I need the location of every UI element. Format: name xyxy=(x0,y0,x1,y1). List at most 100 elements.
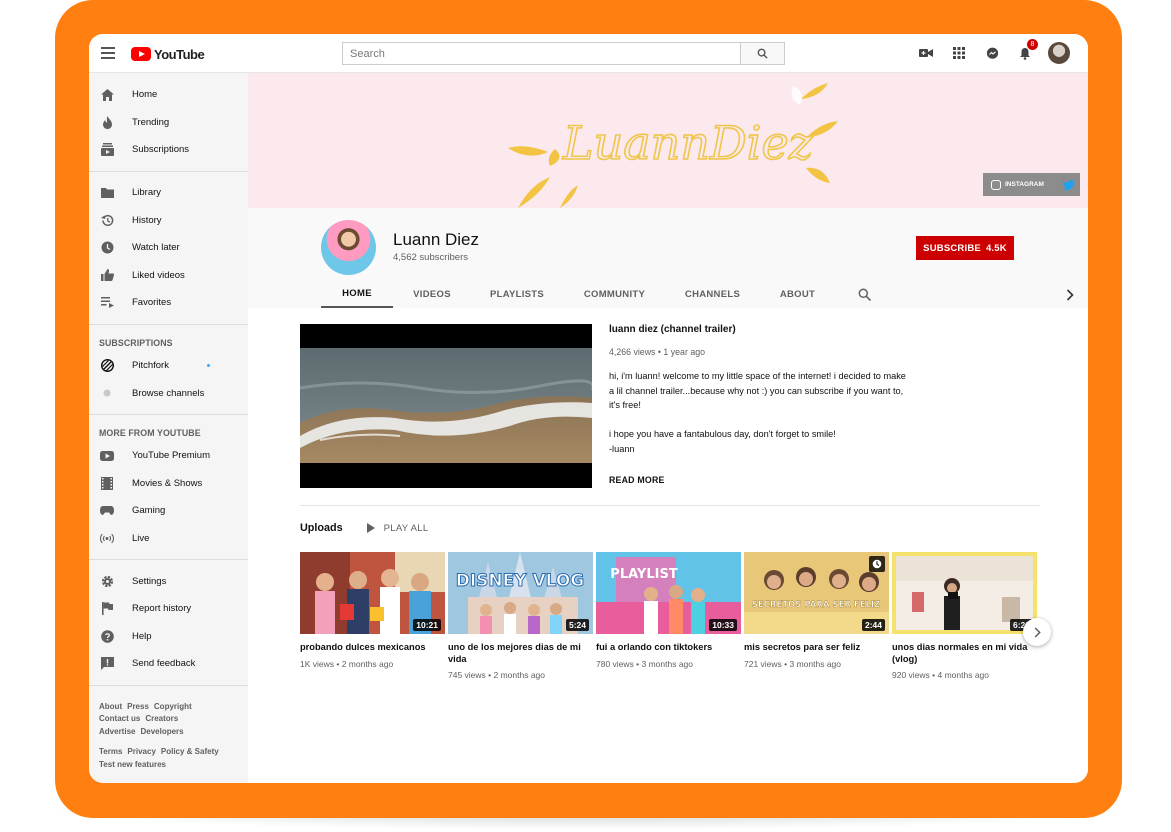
sidebar-item-home[interactable]: Home xyxy=(89,81,248,109)
sidebar-item-history[interactable]: History xyxy=(89,206,248,234)
twitter-icon xyxy=(1062,179,1075,190)
sidebar: Home Trending Subscriptions Library Hist… xyxy=(89,73,248,783)
sidebar-item-subscriptions[interactable]: Subscriptions xyxy=(89,136,248,164)
video-title[interactable]: unos dias normales en mi vida (vlog) xyxy=(892,642,1037,665)
video-duration: 10:21 xyxy=(413,619,441,631)
search-button[interactable] xyxy=(740,43,784,64)
sidebar-item-label: Gaming xyxy=(132,505,166,517)
video-meta: 780 views • 3 months ago xyxy=(596,658,694,669)
sidebar-item-pitchfork[interactable]: Pitchfork xyxy=(89,352,248,380)
sidebar-item-label: Library xyxy=(132,187,162,199)
video-card[interactable]: SECRETOS PARA SER FELIZ 2:44 mis secreto… xyxy=(744,552,889,680)
sidebar-item-watch-later[interactable]: Watch later xyxy=(89,234,248,262)
search-input[interactable] xyxy=(343,43,740,64)
banner-signature: LuannDiez xyxy=(562,116,814,170)
play-all-button[interactable]: PLAY ALL xyxy=(366,523,429,534)
footer-link-test-features[interactable]: Test new features xyxy=(99,759,166,772)
thumbnail-overlay-text: PLAYLIST xyxy=(610,567,678,582)
menu-icon[interactable] xyxy=(101,47,115,59)
video-title[interactable]: probando dulces mexicanos xyxy=(300,642,445,654)
video-thumbnail[interactable]: 6:22 xyxy=(892,552,1037,634)
video-title[interactable]: uno de los mejores dias de mi vida xyxy=(448,642,593,665)
channel-avatar[interactable] xyxy=(321,220,376,275)
trailer-video-player[interactable] xyxy=(300,324,592,488)
sidebar-item-label: Subscriptions xyxy=(132,144,190,156)
section-divider xyxy=(300,505,1040,506)
trailer-title[interactable]: luann diez (channel trailer) xyxy=(609,324,736,335)
sidebar-item-label: Send feedback xyxy=(132,658,196,670)
sidebar-item-movies-shows[interactable]: Movies & Shows xyxy=(89,470,248,498)
flame-icon xyxy=(100,115,114,129)
footer-link-contact[interactable]: Contact us xyxy=(99,713,140,726)
footer-link-copyright[interactable]: Copyright xyxy=(154,701,192,714)
sidebar-item-label: Trending xyxy=(132,116,170,128)
watch-later-icon[interactable] xyxy=(869,556,885,572)
thumbs-up-icon xyxy=(100,268,114,282)
thumbnail-overlay-text: SECRETOS PARA SER FELIZ xyxy=(752,600,881,610)
tab-channels[interactable]: CHANNELS xyxy=(666,281,759,308)
footer-link-about[interactable]: About xyxy=(99,701,122,714)
tab-community[interactable]: COMMUNITY xyxy=(563,281,666,308)
sidebar-item-browse-channels[interactable]: Browse channels xyxy=(89,379,248,407)
uploads-title[interactable]: Uploads xyxy=(300,522,343,534)
messages-icon[interactable] xyxy=(982,43,1002,63)
channel-search-icon[interactable] xyxy=(858,288,872,306)
subscriptions-icon xyxy=(100,143,114,157)
sidebar-item-favorites[interactable]: Favorites xyxy=(89,289,248,317)
tab-home[interactable]: HOME xyxy=(321,281,393,308)
footer-link-privacy[interactable]: Privacy xyxy=(127,746,155,759)
tab-playlists[interactable]: PLAYLISTS xyxy=(471,281,563,308)
video-duration: 10:33 xyxy=(709,619,737,631)
read-more-link[interactable]: READ MORE xyxy=(609,475,665,485)
sidebar-item-trending[interactable]: Trending xyxy=(89,109,248,137)
video-thumbnail[interactable]: SECRETOS PARA SER FELIZ 2:44 xyxy=(744,552,889,634)
sidebar-item-report-history[interactable]: Report history xyxy=(89,595,248,623)
sidebar-item-label: YouTube Premium xyxy=(132,450,210,462)
video-thumbnail[interactable]: PLAYLIST 10:33 xyxy=(596,552,741,634)
sidebar-item-label: Pitchfork xyxy=(132,360,169,372)
tab-about[interactable]: ABOUT xyxy=(759,281,836,308)
banner-social-links[interactable]: INSTAGRAM xyxy=(983,173,1080,196)
trailer-thumbnail xyxy=(300,348,592,463)
footer-link-press[interactable]: Press xyxy=(127,701,149,714)
sidebar-item-youtube-premium[interactable]: YouTube Premium xyxy=(89,442,248,470)
footer-link-creators[interactable]: Creators xyxy=(145,713,178,726)
youtube-logo[interactable]: YouTube xyxy=(131,46,205,62)
shelf-next-button[interactable] xyxy=(1023,618,1051,646)
top-actions: 8 xyxy=(916,39,1070,64)
sidebar-item-label: Liked videos xyxy=(132,269,185,281)
sidebar-item-liked-videos[interactable]: Liked videos xyxy=(89,262,248,290)
video-thumbnail[interactable]: 10:21 xyxy=(300,552,445,634)
video-title[interactable]: fui a orlando con tiktokers xyxy=(596,642,741,654)
youtube-play-icon xyxy=(131,47,151,61)
footer-link-policy[interactable]: Policy & Safety xyxy=(161,746,219,759)
banner-art: LuannDiez xyxy=(508,83,838,208)
create-video-icon[interactable] xyxy=(916,43,936,63)
tab-videos[interactable]: VIDEOS xyxy=(393,281,471,308)
sidebar-item-gaming[interactable]: Gaming xyxy=(89,497,248,525)
chevron-right-icon xyxy=(1034,626,1041,638)
video-card[interactable]: PLAYLIST 10:33 fui a orlando con tiktoke… xyxy=(596,552,741,680)
sidebar-divider xyxy=(89,559,248,561)
video-card[interactable]: 6:22 unos dias normales en mi vida (vlog… xyxy=(892,552,1037,680)
sidebar-item-send-feedback[interactable]: Send feedback xyxy=(89,650,248,678)
account-avatar[interactable] xyxy=(1048,42,1070,64)
video-thumbnail[interactable]: DISNEY VLOG 5:24 xyxy=(448,552,593,634)
footer-link-advertise[interactable]: Advertise xyxy=(99,726,135,739)
notifications-bell-icon[interactable]: 8 xyxy=(1015,39,1038,63)
video-title[interactable]: mis secretos para ser feliz xyxy=(744,642,889,654)
sidebar-item-live[interactable]: Live xyxy=(89,525,248,553)
video-card[interactable]: DISNEY VLOG 5:24 uno de los mejores dias… xyxy=(448,552,593,680)
subscribe-button[interactable]: SUBSCRIBE 4.5K xyxy=(916,236,1014,260)
sidebar-item-help[interactable]: Help xyxy=(89,623,248,651)
film-icon xyxy=(100,476,114,490)
sidebar-item-label: Favorites xyxy=(132,297,172,309)
footer-link-developers[interactable]: Developers xyxy=(140,726,183,739)
footer-link-terms[interactable]: Terms xyxy=(99,746,122,759)
video-card[interactable]: 10:21 probando dulces mexicanos 1K views… xyxy=(300,552,445,680)
sidebar-item-library[interactable]: Library xyxy=(89,179,248,207)
apps-grid-icon[interactable] xyxy=(949,43,969,63)
tabs-next-chevron-icon[interactable] xyxy=(1066,288,1074,306)
description-paragraph xyxy=(609,413,909,428)
sidebar-item-settings[interactable]: Settings xyxy=(89,567,248,595)
